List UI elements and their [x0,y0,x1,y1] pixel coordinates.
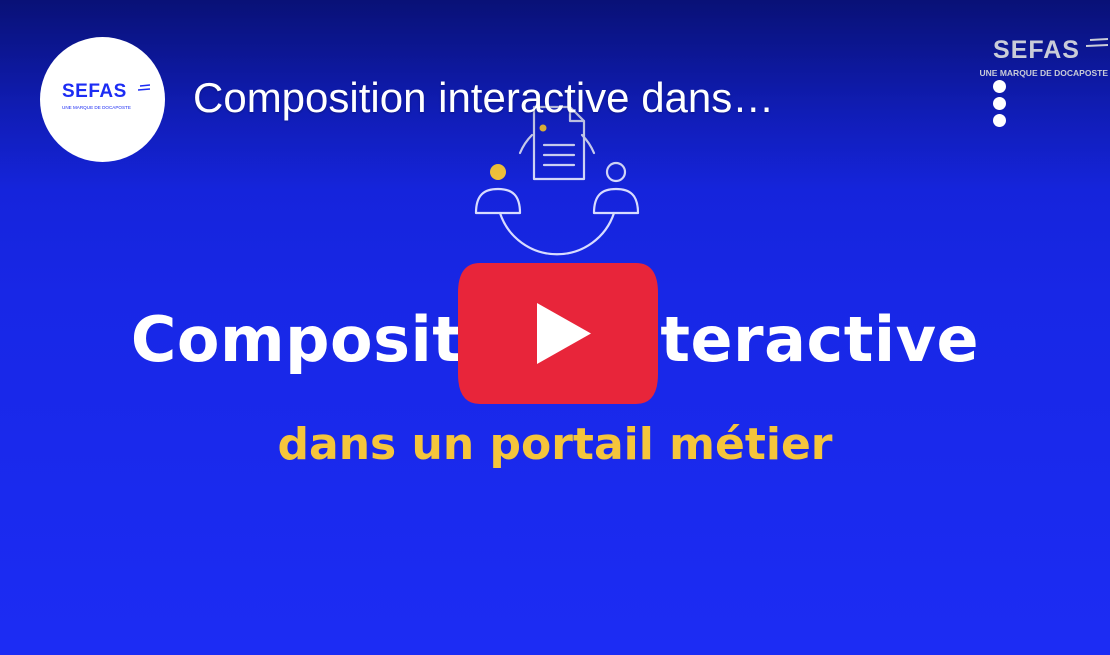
thumbnail-subtitle: dans un portail métier [277,419,833,470]
sefas-watermark: SEFAS UNE MARQUE DE DOCAPOSTE [930,36,1110,96]
video-title-link[interactable]: Composition interactive dans… [193,68,774,128]
logo-lines-icon [138,84,150,91]
video-player[interactable]: Composition interactive dans un portail … [0,0,1110,655]
play-button[interactable] [458,263,658,404]
more-options-button[interactable] [980,76,1020,132]
channel-logo-brand: SEFAS [62,81,127,102]
watermark-brand: SEFAS [993,36,1080,64]
channel-logo: SEFAS UNE MARQUE DE DOCAPOSTE [62,81,150,121]
channel-logo-tagline: UNE MARQUE DE DOCAPOSTE [62,105,131,110]
logo-lines-icon [1086,38,1108,47]
channel-avatar[interactable]: SEFAS UNE MARQUE DE DOCAPOSTE [40,37,165,162]
